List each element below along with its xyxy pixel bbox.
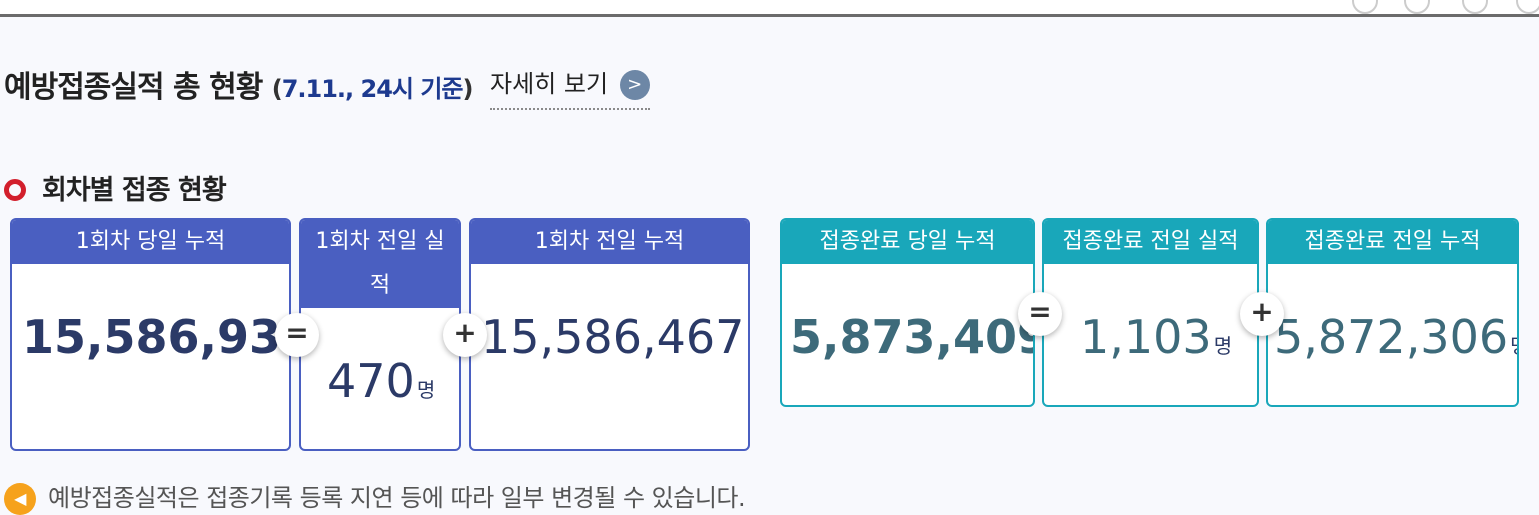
notice-text: 예방접종실적은 접종기록 등록 지연 등에 따라 일부 변경될 수 있습니다. [48, 484, 746, 512]
card-header: 접종완료 전일 누적 [1268, 220, 1517, 264]
card-header: 1회차 전일 실적 [301, 220, 459, 308]
card-value: 5,872,306명 [1274, 310, 1517, 364]
ring-bullet-icon [4, 178, 26, 201]
page-title: 예방접종실적 총 현황 (7.11., 24시 기준) [4, 62, 473, 106]
card-value: 15,586,467명 [481, 310, 748, 364]
speaker-icon: ◀ [4, 483, 36, 515]
basis-date: 7.11., 24시 기준 [281, 75, 464, 103]
card-header: 1회차 전일 누적 [471, 220, 748, 264]
notice: ◀ 예방접종실적은 접종기록 등록 지연 등에 따라 일부 변경될 수 있습니다. [4, 478, 746, 515]
card-value: 5,873,409명 [790, 310, 1035, 364]
page-title-text: 예방접종실적 총 현황 [4, 70, 263, 105]
card-complete-prev-day: 접종완료 전일 실적 1,103 명 [1042, 218, 1259, 407]
plus-icon: + [1240, 292, 1284, 336]
top-bar-circle-icon[interactable] [1516, 0, 1539, 14]
view-details-link[interactable]: 자세히 보기 > [490, 64, 650, 110]
equals-icon: = [275, 313, 319, 357]
top-bar-circle-icon[interactable] [1462, 0, 1488, 14]
card-header: 접종완료 전일 실적 [1044, 220, 1257, 264]
card-complete-prev-total: 접종완료 전일 누적 5,872,306명 [1266, 218, 1519, 407]
card-value: 470 명 [327, 354, 436, 408]
card-first-prev-total: 1회차 전일 누적 15,586,467명 [469, 218, 750, 451]
equals-icon: = [1018, 292, 1062, 336]
plus-icon: + [443, 313, 487, 357]
chevron-right-icon[interactable]: > [619, 70, 650, 100]
card-header: 접종완료 당일 누적 [782, 220, 1033, 264]
section-title: 회차별 접종 현황 [4, 168, 227, 207]
card-header: 1회차 당일 누적 [12, 220, 289, 264]
card-value: 15,586,937명 [22, 310, 291, 364]
card-first-prev-day: 1회차 전일 실적 470 명 [299, 218, 461, 451]
card-complete-today-total: 접종완료 당일 누적 5,873,409명 [780, 218, 1035, 407]
top-bar-circle-icon[interactable] [1404, 0, 1430, 14]
top-bar [0, 0, 1539, 17]
top-bar-circle-icon[interactable] [1352, 0, 1378, 14]
card-value: 1,103 명 [1080, 310, 1233, 364]
basis-note: (7.11., 24시 기준) [271, 75, 474, 103]
card-first-today-total: 1회차 당일 누적 15,586,937명 [10, 218, 291, 451]
